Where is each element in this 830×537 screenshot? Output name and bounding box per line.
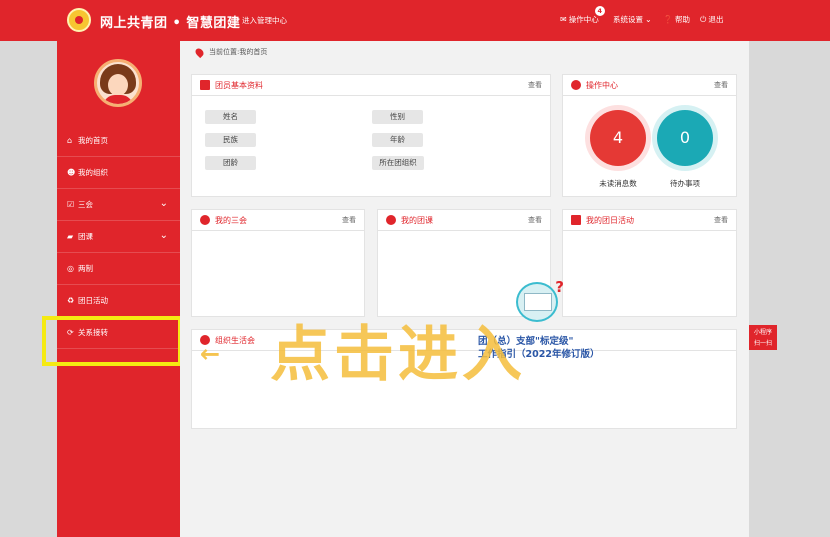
gear-icon	[571, 80, 581, 90]
operation-center-panel: 操作中心 查看 4 0 未读消息数 待办事项	[562, 74, 737, 197]
field-ethnicity: 民族	[205, 133, 256, 147]
mail-icon: ✉	[560, 15, 567, 24]
sidebar-item-label: 团课	[78, 232, 93, 241]
todo-label: 待办事项	[670, 179, 700, 188]
todo-count[interactable]: 0	[657, 110, 713, 166]
power-icon: ⏻	[700, 14, 707, 24]
chat-icon	[571, 215, 581, 225]
help-nav[interactable]: ❓ 帮助	[663, 14, 690, 25]
sidebar-item-label: 团日活动	[78, 296, 108, 305]
pencil-icon	[386, 215, 396, 225]
sidebar-item-league-day[interactable]: ♻ 团日活动	[57, 285, 180, 317]
manage-center-link[interactable]: 进入管理中心	[242, 15, 287, 26]
view-more-link[interactable]: 查看	[342, 215, 356, 225]
mini-program-widget[interactable]: 小程序 扫一扫	[749, 325, 777, 350]
sidebar-item-label: 三会	[78, 200, 93, 209]
recycle-icon: ♻	[67, 296, 75, 305]
sidebar-item-two-systems[interactable]: ◎ 两制	[57, 253, 180, 285]
top-header: 网上共青团 • 智慧团建 进入管理中心 ✉ 操作中心 4 系统设置 ⌄ ❓ 帮助…	[0, 0, 830, 41]
chevron-down-icon: ⌄	[159, 198, 168, 209]
view-more-link[interactable]: 查看	[714, 80, 728, 90]
view-more-link[interactable]: 查看	[714, 215, 728, 225]
operation-badge: 4	[594, 6, 605, 16]
folder-icon: ▰	[67, 232, 74, 241]
view-more-link[interactable]: 查看	[528, 80, 542, 90]
breadcrumb: 当前位置:我的首页	[193, 46, 267, 58]
league-logo-icon	[67, 8, 91, 32]
view-more-link[interactable]: 查看	[528, 215, 542, 225]
field-league-org: 所在团组织	[372, 156, 424, 170]
operation-center-nav[interactable]: ✉ 操作中心 4	[560, 6, 605, 25]
main-content: 当前位置:我的首页 团员基本资料 查看 姓名 性别 民族 年龄 团龄 所在团组织…	[180, 41, 749, 537]
unread-count[interactable]: 4	[590, 110, 646, 166]
panel-title: 操作中心	[586, 80, 618, 90]
sidebar-item-label: 我的组织	[78, 168, 108, 177]
location-pin-icon	[193, 46, 206, 58]
question-mark-icon: ?	[555, 278, 564, 296]
member-info-panel: 团员基本资料 查看 姓名 性别 民族 年龄 团龄 所在团组织	[191, 74, 551, 197]
chevron-down-icon: ⌄	[159, 230, 168, 241]
highlight-box	[42, 316, 182, 366]
avatar[interactable]	[94, 59, 142, 107]
sidebar-item-league-class[interactable]: ▰ 团课 ⌄	[57, 221, 180, 253]
field-league-age: 团龄	[205, 156, 256, 170]
help-icon: ❓	[663, 15, 673, 24]
brand-title: 网上共青团 • 智慧团建	[100, 16, 241, 31]
unread-label: 未读消息数	[599, 179, 637, 188]
system-settings-nav[interactable]: 系统设置 ⌄	[613, 14, 654, 25]
users-icon: ☻	[67, 168, 76, 177]
sidebar-item-three-meetings[interactable]: ☑ 三会 ⌄	[57, 189, 180, 221]
panel-title: 我的三会	[215, 215, 247, 225]
sidebar-item-organization[interactable]: ☻ 我的组织	[57, 157, 180, 189]
field-age: 年龄	[372, 133, 423, 147]
logout-label: 退出	[708, 15, 724, 24]
league-day-panel: 我的团日活动 查看	[562, 209, 737, 317]
sidebar-item-label: 我的首页	[78, 136, 108, 145]
help-label: 帮助	[674, 15, 690, 24]
field-name: 姓名	[205, 110, 256, 124]
sidebar-item-label: 两制	[78, 264, 93, 273]
panel-title: 团员基本资料	[215, 80, 263, 90]
clipboard-icon	[200, 215, 210, 225]
arrow-left-icon: ←	[200, 340, 221, 368]
three-meetings-panel: 我的三会 查看	[191, 209, 365, 317]
logout-nav[interactable]: ⏻ 退出	[700, 14, 723, 25]
target-icon: ◎	[67, 264, 74, 273]
panel-title: 我的团课	[401, 215, 433, 225]
click-hint-text: 点击进入	[270, 320, 526, 390]
checkbox-icon: ☑	[67, 200, 75, 209]
sidebar-item-home[interactable]: ⌂ 我的首页	[57, 125, 180, 157]
panel-title: 组织生活会	[215, 335, 255, 345]
operation-center-label: 操作中心	[568, 15, 599, 24]
chevron-down-icon: ⌄	[645, 15, 652, 24]
panel-title: 我的团日活动	[586, 215, 634, 225]
sidebar: ⌂ 我的首页 ☻ 我的组织 ☑ 三会 ⌄ ▰ 团课 ⌄ ◎ 两制 ♻ 团日活动 …	[57, 41, 180, 537]
id-card-icon	[200, 80, 210, 90]
system-settings-label: 系统设置	[613, 15, 643, 24]
field-gender: 性别	[372, 110, 423, 124]
home-icon: ⌂	[67, 136, 73, 145]
